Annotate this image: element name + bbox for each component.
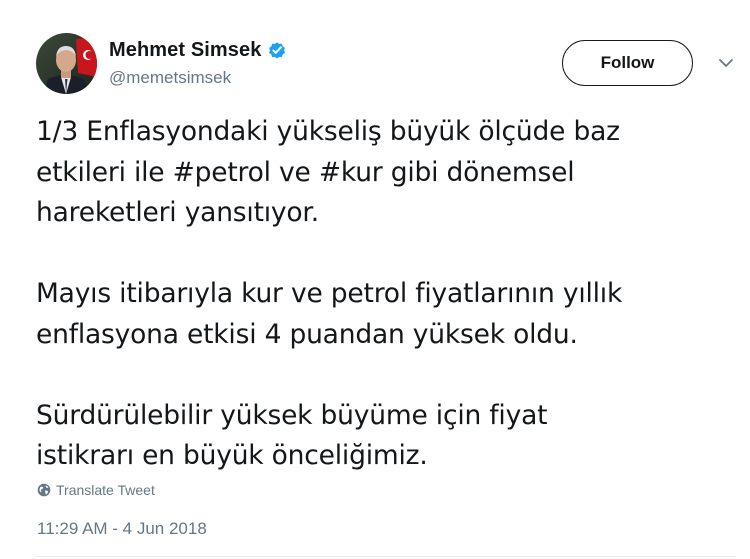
translate-tweet-label: Translate Tweet bbox=[56, 482, 155, 498]
divider bbox=[36, 556, 736, 557]
chevron-down-icon[interactable] bbox=[716, 56, 736, 70]
tweet-line: 1/3 Enflasyondaki yükseliş büyük ölçüde … bbox=[36, 116, 620, 147]
tweet-text-fragment: gibi dönemsel bbox=[382, 156, 575, 188]
follow-button[interactable]: Follow bbox=[562, 40, 693, 86]
tweet-line: Mayıs itibarıyla kur ve petrol fiyatları… bbox=[36, 278, 623, 309]
avatar[interactable] bbox=[36, 33, 97, 94]
verified-badge-icon bbox=[267, 40, 287, 60]
tweet-line: etkileri ile #petrol ve #kur gibi dönems… bbox=[36, 153, 736, 194]
tweet-line: istikrarı en büyük önceliğimiz. bbox=[36, 440, 428, 471]
author-name-row: Mehmet Simsek bbox=[109, 37, 287, 63]
tweet-text-fragment: ve bbox=[270, 156, 319, 188]
globe-icon bbox=[37, 483, 51, 497]
author-handle[interactable]: @memetsimsek bbox=[109, 68, 231, 88]
avatar-image bbox=[36, 33, 97, 94]
tweet-line: Sürdürülebilir yüksek büyüme için fiyat bbox=[36, 399, 548, 431]
tweet-line: enflasyona etkisi 4 puandan yüksek oldu. bbox=[36, 318, 578, 350]
author-display-name[interactable]: Mehmet Simsek bbox=[109, 39, 261, 62]
hashtag-link-kur[interactable]: #kur bbox=[319, 157, 383, 188]
tweet-text: 1/3 Enflasyondaki yükseliş büyük ölçüde … bbox=[36, 112, 736, 477]
tweet-line: hareketleri yansıtıyor. bbox=[36, 197, 319, 228]
translate-tweet-link[interactable]: Translate Tweet bbox=[37, 482, 155, 498]
hashtag-link-petrol[interactable]: #petrol bbox=[173, 157, 271, 188]
tweet-card: Mehmet Simsek @memetsimsek Follow 1/3 En… bbox=[0, 0, 750, 559]
tweet-text-fragment: etkileri ile bbox=[36, 156, 173, 188]
tweet-timestamp[interactable]: 11:29 AM - 4 Jun 2018 bbox=[37, 519, 207, 539]
